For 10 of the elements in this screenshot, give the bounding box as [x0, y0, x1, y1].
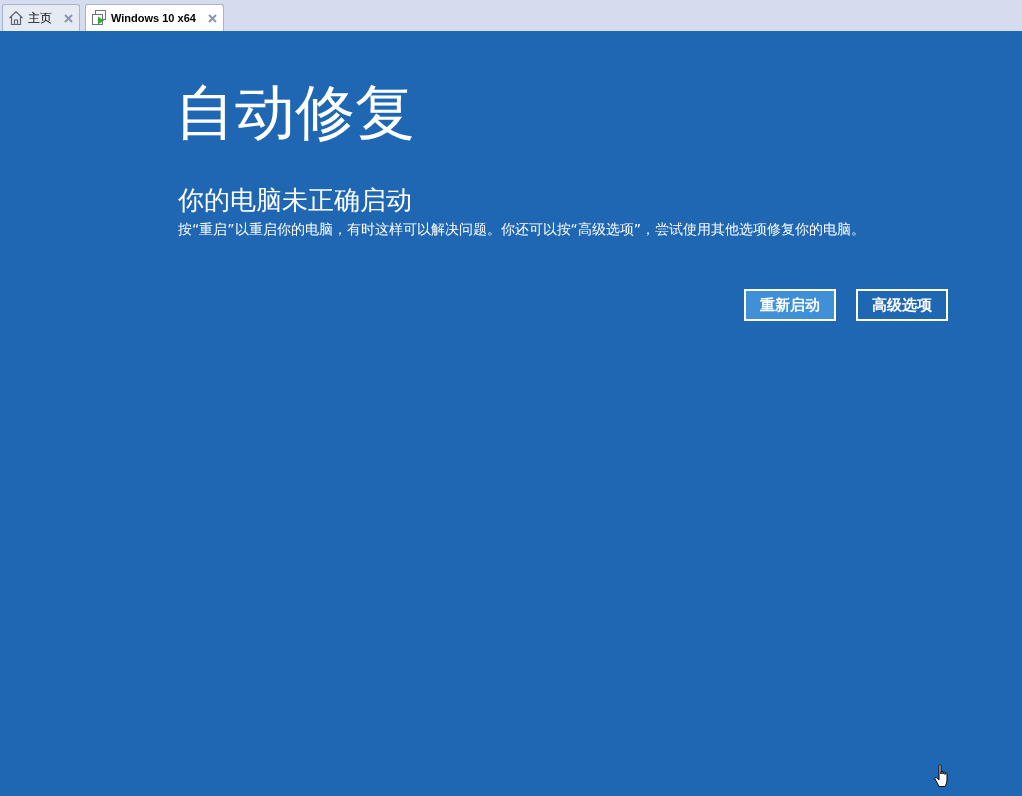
close-icon[interactable]: [207, 13, 217, 23]
tab[interactable]: Windows 10 x64: [85, 4, 224, 31]
close-icon[interactable]: [64, 13, 73, 23]
screen-message: 按“重启”以重启你的电脑，有时这样可以解决问题。你还可以按“高级选项”，尝试使用其他选项修复你的电脑。: [178, 220, 866, 238]
virtual-machine-icon: [91, 10, 107, 26]
home-icon: [8, 10, 24, 26]
tab[interactable]: 主页: [2, 4, 80, 31]
screen-heading: 你的电脑未正确启动: [178, 184, 413, 216]
screen-title: 自动修复: [175, 76, 416, 148]
action-button[interactable]: 高级选项: [856, 289, 948, 321]
